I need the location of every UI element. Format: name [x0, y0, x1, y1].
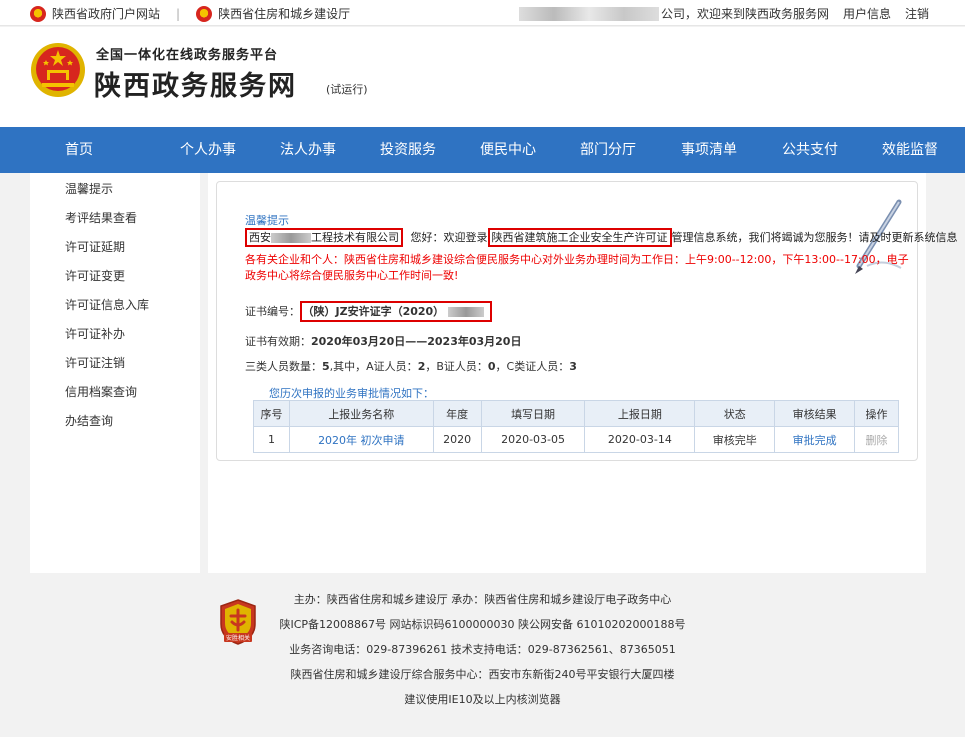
col-year: 年度: [432, 400, 482, 427]
sidebar-item-completed[interactable]: 办结查询: [30, 407, 200, 436]
nav-departments[interactable]: 部门分厅: [558, 127, 658, 173]
user-area: 公司，欢迎来到陕西政务服务网 用户信息 注销: [518, 5, 929, 22]
site-footer: 安胜相关 主办：陕西省住房和城乡建设厅 承办：陕西省住房和城乡建设厅电子政务中心…: [0, 573, 965, 737]
table-row: 1 2020年 初次申请 2020 2020-03-05 2020-03-14 …: [253, 426, 899, 453]
info-card: 温馨提示 西安 工程技术有限公司 您好：欢迎登录 陕西省建筑施工企业安全生产许可证管…: [216, 181, 958, 461]
col-fill-date: 填写日期: [480, 400, 586, 427]
footer-address: 陕西省住房和城乡建设厅综合服务中心：西安市东新街240号平安银行大厦四楼: [290, 668, 675, 681]
main-nav: 首页 个人办事 法人办事 投资服务 便民中心 部门分厅 事项清单 公共支付 效能…: [0, 127, 965, 173]
sidebar-item-evaluation[interactable]: 考评结果查看: [30, 204, 200, 233]
col-status: 状态: [694, 400, 776, 427]
sidebar-item-extension[interactable]: 许可证延期: [30, 233, 200, 262]
sidebar: 温馨提示 考评结果查看 许可证延期 许可证变更 许可证信息入库 许可证补办 许可…: [30, 173, 200, 573]
col-report-date: 上报日期: [584, 400, 696, 427]
footer-icp: 陕ICP备12008867号 网站标识码6100000030 陕公网安备 610…: [279, 618, 686, 631]
staff-count: 三类人员数量：5,其中，A证人员：2，B证人员：0，C类证人员：3: [245, 360, 577, 373]
cell-report-date: 2020-03-14: [584, 426, 696, 453]
approval-table: 序号 上报业务名称 年度 填写日期 上报日期 状态 审核结果 操作 1 2020…: [253, 400, 899, 453]
footer-phone: 业务咨询电话：029-87396261 技术支持电话：029-87362561、…: [289, 643, 676, 656]
review-result-link[interactable]: 审批完成: [774, 426, 855, 453]
emblem-icon: [30, 5, 46, 22]
user-info-link[interactable]: 用户信息: [843, 5, 891, 22]
system-name-box: 陕西省建筑施工企业安全生产许可证: [487, 228, 672, 247]
cert-value-box: （陕）JZ安许证字（2020）: [300, 301, 492, 322]
cell-index: 1: [253, 426, 290, 453]
nav-efficiency[interactable]: 效能监督: [860, 127, 960, 173]
main-content: 温馨提示 西安 工程技术有限公司 您好：欢迎登录 陕西省建筑施工企业安全生产许可证管…: [208, 173, 958, 573]
nav-item-list[interactable]: 事项清单: [658, 127, 760, 173]
col-action: 操作: [854, 400, 899, 427]
tip-title: 温馨提示: [245, 214, 289, 227]
national-emblem-icon: [31, 43, 85, 97]
cell-status: 审核完毕: [694, 426, 776, 453]
sidebar-item-credit[interactable]: 信用档案查询: [30, 378, 200, 407]
logout-link[interactable]: 注销: [905, 5, 929, 22]
gov-portal-link[interactable]: 陕西省政府门户网站: [52, 5, 160, 22]
history-title: 您历次申报的业务审批情况如下：: [269, 387, 434, 400]
greeting-tail: 管理信息系统，我们将竭诚为您服务！请及时更新系统信息: [671, 231, 958, 244]
separator: |: [176, 6, 181, 21]
footer-browser-tip: 建议使用IE10及以上内核浏览器: [404, 693, 561, 706]
sidebar-item-cancel[interactable]: 许可证注销: [30, 349, 200, 378]
nav-home[interactable]: 首页: [0, 127, 158, 173]
notice-text: 各有关企业和个人：陕西省住房和城乡建设综合便民服务中心对外业务办理时间为工作日：…: [245, 253, 909, 282]
col-index: 序号: [253, 400, 290, 427]
nav-legal-person[interactable]: 法人办事: [258, 127, 358, 173]
cell-fill-date: 2020-03-05: [480, 426, 586, 453]
col-business-name: 上报业务名称: [288, 400, 434, 427]
housing-dept-link[interactable]: 陕西省住房和城乡建设厅: [218, 5, 350, 22]
cell-year: 2020: [432, 426, 482, 453]
nav-investment[interactable]: 投资服务: [358, 127, 458, 173]
welcome-text: 公司，欢迎来到陕西政务服务网: [660, 7, 829, 21]
redacted-company-name: [518, 6, 659, 21]
greeting-text: 您好：欢迎登录: [410, 231, 488, 244]
sidebar-item-info-entry[interactable]: 许可证信息入库: [30, 291, 200, 320]
table-header-row: 序号 上报业务名称 年度 填写日期 上报日期 状态 审核结果 操作: [253, 400, 899, 427]
trial-label: (试运行): [326, 83, 368, 96]
certificate-validity: 证书有效期：2020年03月20日——2023年03月20日: [245, 335, 522, 348]
col-review-result: 审核结果: [774, 400, 855, 427]
business-name-link[interactable]: 2020年 初次申请: [288, 426, 434, 453]
redacted-text: [447, 307, 484, 317]
footer-sponsor: 主办：陕西省住房和城乡建设厅 承办：陕西省住房和城乡建设厅电子政务中心: [293, 593, 672, 606]
sidebar-item-reissue[interactable]: 许可证补办: [30, 320, 200, 349]
top-links: 陕西省政府门户网站 | 陕西省住房和城乡建设厅: [30, 5, 350, 22]
sidebar-item-tips[interactable]: 温馨提示: [30, 175, 200, 204]
nav-public-payment[interactable]: 公共支付: [760, 127, 860, 173]
top-bar: 陕西省政府门户网站 | 陕西省住房和城乡建设厅 公司，欢迎来到陕西政务服务网 用…: [0, 0, 965, 26]
delete-button[interactable]: 删除: [854, 426, 899, 453]
site-header: 全国一体化在线政务服务平台 陕西政务服务网 (试运行): [0, 27, 965, 127]
site-title: 陕西政务服务网: [94, 71, 297, 102]
redacted-text: [271, 233, 311, 243]
welcome-line: 西安 工程技术有限公司 您好：欢迎登录 陕西省建筑施工企业安全生产许可证 管理信息系统…: [245, 228, 958, 247]
nav-personal[interactable]: 个人办事: [158, 127, 258, 173]
certificate-number: 证书编号： （陕）JZ安许证字（2020）: [245, 301, 492, 322]
cert-label: 证书编号：: [245, 305, 300, 318]
company-name-box: 西安 工程技术有限公司: [245, 228, 403, 247]
platform-subtitle: 全国一体化在线政务服务平台: [96, 48, 279, 63]
nav-convenience[interactable]: 便民中心: [458, 127, 558, 173]
emblem-icon: [196, 5, 213, 22]
sidebar-item-change[interactable]: 许可证变更: [30, 262, 200, 291]
